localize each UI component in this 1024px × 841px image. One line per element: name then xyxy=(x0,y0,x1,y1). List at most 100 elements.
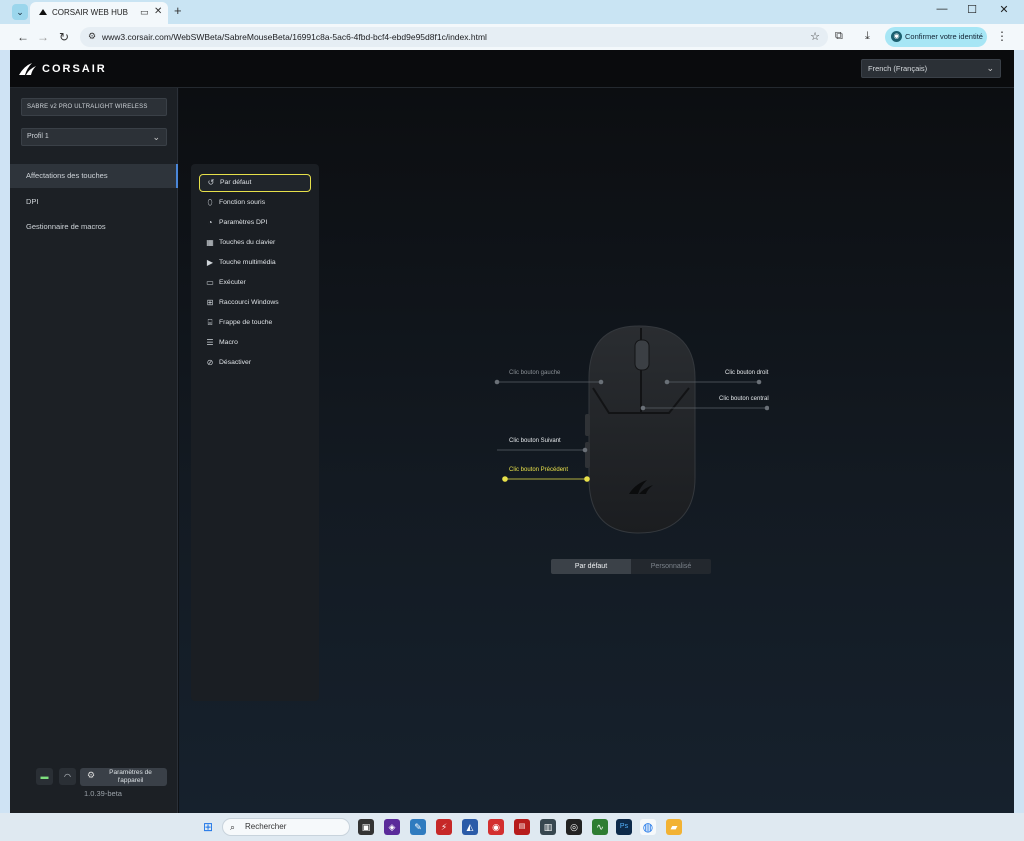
maximize-button[interactable]: ☐ xyxy=(960,3,984,16)
profile-icon: ◉ xyxy=(891,31,902,42)
url-text: www3.corsair.com/WebSWBeta/SabreMouseBet… xyxy=(102,32,487,42)
assignment-dpi-settings[interactable]: ◔ Paramètres DPI xyxy=(199,214,311,232)
app-version: 1.0.39-beta xyxy=(84,789,122,798)
macro-icon: ☰ xyxy=(206,338,214,347)
app-icon-7[interactable]: ▥ xyxy=(540,819,556,835)
assignment-label: Macro xyxy=(219,339,238,346)
assignment-keyboard-keys[interactable]: ▦ Touches du clavier xyxy=(199,234,311,252)
assignment-disable[interactable]: ⊘ Désactiver xyxy=(199,354,311,372)
tab-search-button[interactable]: ⌄ xyxy=(12,4,28,20)
close-window-button[interactable]: ✕ xyxy=(992,3,1016,16)
task-view-icon[interactable]: ▣ xyxy=(358,819,374,835)
assignment-media-key[interactable]: ▶ Touche multimédia xyxy=(199,254,311,272)
assignment-windows-shortcut[interactable]: ⊞ Raccourci Windows xyxy=(199,294,311,312)
browser-tab-bar: ⌄ CORSAIR WEB HUB ▭ ✕ + — ☐ ✕ xyxy=(0,0,1024,24)
assignment-default[interactable]: ↺ Par défaut xyxy=(199,174,311,192)
reset-icon: ↺ xyxy=(207,178,215,187)
taskbar-search[interactable]: ⌕ Rechercher xyxy=(222,818,350,836)
dpi-icon: ◔ xyxy=(207,218,213,227)
sidebar-item-label: Affectations des touches xyxy=(26,171,108,180)
extensions-icon[interactable]: ⧉ xyxy=(835,30,843,43)
profile-select[interactable]: Profil 1 ⌄ xyxy=(21,128,167,146)
reload-button[interactable]: ↻ xyxy=(57,30,71,44)
main-content: ↺ Par défaut ⬯ Fonction souris ◔ Paramètres… xyxy=(179,88,1014,813)
mouse-illustration xyxy=(494,325,769,534)
app-icon-2[interactable]: ✎ xyxy=(410,819,426,835)
right-click-label[interactable]: Clic bouton droit xyxy=(725,370,768,376)
language-select[interactable]: French (Français) ⌄ xyxy=(861,59,1001,78)
file-explorer-icon[interactable]: ▰ xyxy=(666,819,682,835)
app-icon-8[interactable]: ◎ xyxy=(566,819,582,835)
device-settings-button[interactable]: ⚙ Paramètres de l'appareil xyxy=(80,768,167,786)
battery-icon: ▬ xyxy=(36,768,53,785)
assignment-launch[interactable]: ▭ Exécuter xyxy=(199,274,311,292)
photoshop-icon[interactable]: Ps xyxy=(616,819,632,835)
new-tab-button[interactable]: + xyxy=(174,3,182,18)
download-icon[interactable]: ⤓ xyxy=(865,30,870,43)
profile-value: Profil 1 xyxy=(27,133,49,140)
site-info-icon[interactable]: ⚙ xyxy=(88,31,96,42)
assignment-label: Touche multimédia xyxy=(219,259,276,266)
back-button[interactable]: ← xyxy=(16,30,30,44)
mouse-diagram: Clic bouton gauche Clic bouton droit Cli… xyxy=(489,318,769,548)
sidebar: SABRE v2 PRO ULTRALIGHT WIRELESS Profil … xyxy=(10,88,178,813)
confirm-identity-label: Confirmer votre identité xyxy=(905,32,983,41)
app-icon-4[interactable]: ◭ xyxy=(462,819,478,835)
minimize-button[interactable]: — xyxy=(930,3,954,15)
device-name-field: SABRE v2 PRO ULTRALIGHT WIRELESS xyxy=(21,98,167,116)
confirm-identity-button[interactable]: ◉ Confirmer votre identité xyxy=(885,27,987,47)
sidebar-item-dpi[interactable]: DPI xyxy=(10,190,178,214)
mouse-icon: ⬯ xyxy=(207,198,213,207)
assignment-mouse-function[interactable]: ⬯ Fonction souris xyxy=(199,194,311,212)
app-icon-5[interactable]: ◉ xyxy=(488,819,504,835)
assignment-macro[interactable]: ☰ Macro xyxy=(199,334,311,352)
sidebar-item-key-assignments[interactable]: Affectations des touches xyxy=(10,164,178,188)
keystroke-icon: ⌸ xyxy=(207,318,213,327)
forward-button-label[interactable]: Clic bouton Suivant xyxy=(509,438,561,444)
left-click-label[interactable]: Clic bouton gauche xyxy=(509,370,560,376)
tab-title: CORSAIR WEB HUB xyxy=(52,8,129,17)
mode-default-button[interactable]: Par défaut xyxy=(551,559,631,574)
chevron-down-icon: ⌄ xyxy=(986,63,994,73)
app-icon-6[interactable]: ▤ xyxy=(514,819,530,835)
language-value: French (Français) xyxy=(868,64,928,73)
tab-media-icon[interactable]: ▭ xyxy=(140,7,149,18)
keyboard-icon: ▦ xyxy=(206,238,214,247)
gear-icon: ⚙ xyxy=(87,770,96,780)
forward-button[interactable]: → xyxy=(36,30,50,44)
tab-close-icon[interactable]: ✕ xyxy=(154,6,162,17)
sidebar-nav: Affectations des touches DPI Gestionnair… xyxy=(10,164,178,241)
app-icon-1[interactable]: ◈ xyxy=(384,819,400,835)
assignment-panel: ↺ Par défaut ⬯ Fonction souris ◔ Paramètres… xyxy=(191,164,319,701)
device-settings-label: Paramètres de l'appareil xyxy=(109,769,152,784)
assignment-label: Raccourci Windows xyxy=(219,299,279,306)
app-header: CORSAIR French (Français) ⌄ xyxy=(10,50,1014,88)
mode-custom-button[interactable]: Personnalisé xyxy=(631,559,711,574)
browser-toolbar: ← → ↻ ⚙ www3.corsair.com/WebSWBeta/Sabre… xyxy=(0,24,1024,50)
assignment-label: Frappe de touche xyxy=(219,319,273,326)
mode-toggle: Par défaut Personnalisé xyxy=(551,559,711,574)
sidebar-item-label: Gestionnaire de macros xyxy=(26,222,106,231)
address-bar[interactable]: ⚙ www3.corsair.com/WebSWBeta/SabreMouseB… xyxy=(80,27,828,47)
app-icon-3[interactable]: ⚡ xyxy=(436,819,452,835)
launch-icon: ▭ xyxy=(206,278,214,287)
sidebar-item-label: DPI xyxy=(26,196,39,206)
back-button-label[interactable]: Clic bouton Précédent xyxy=(509,467,568,473)
assignment-label: Par défaut xyxy=(220,179,252,186)
assignment-label: Fonction souris xyxy=(219,199,266,206)
corsair-sails-icon xyxy=(19,63,36,75)
app-icon-9[interactable]: ∿ xyxy=(592,819,608,835)
sidebar-item-macro-manager[interactable]: Gestionnaire de macros xyxy=(10,215,178,239)
browser-menu-icon[interactable]: ⋮ xyxy=(996,29,1008,43)
browser-tab[interactable]: CORSAIR WEB HUB ▭ ✕ xyxy=(30,2,168,24)
windows-shortcut-icon: ⊞ xyxy=(206,298,214,307)
assignment-keystroke[interactable]: ⌸ Frappe de touche xyxy=(199,314,311,332)
middle-click-label[interactable]: Clic bouton central xyxy=(719,396,769,402)
taskbar-search-placeholder: Rechercher xyxy=(245,822,287,831)
chrome-icon[interactable]: ◍ xyxy=(640,819,656,835)
bookmark-star-icon[interactable]: ☆ xyxy=(810,30,820,43)
brand-name: CORSAIR xyxy=(42,63,107,75)
windows-taskbar: ⊞ ⌕ Rechercher ▣ ◈ ✎ ⚡ ◭ ◉ ▤ ▥ ◎ ∿ Ps ◍ … xyxy=(0,813,1024,841)
device-status: ▬ ◠ xyxy=(36,768,76,785)
windows-start-icon[interactable]: ⊞ xyxy=(200,819,216,835)
